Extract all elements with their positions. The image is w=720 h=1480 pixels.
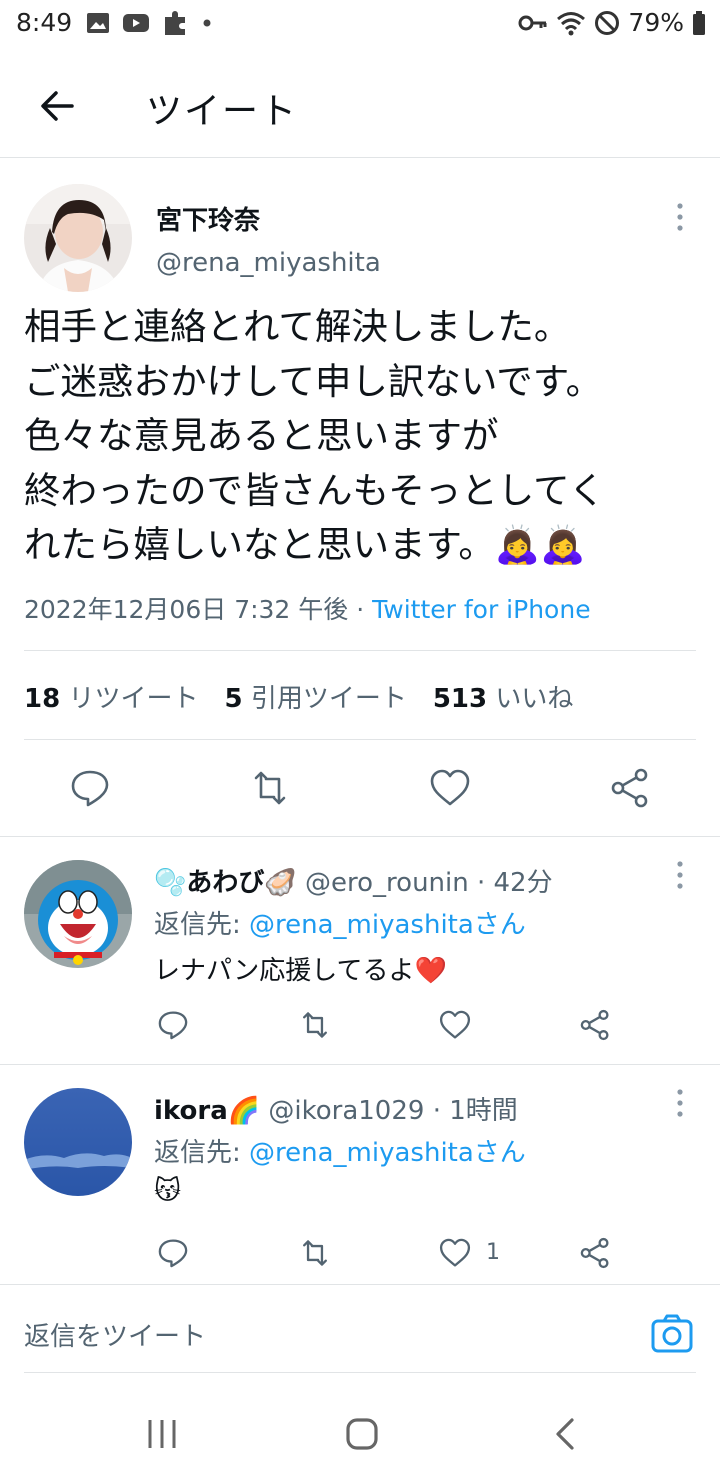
divider [24,650,696,651]
header: ツイート [0,60,720,158]
reply-icon [158,1011,188,1040]
do-not-disturb-icon [595,10,620,35]
wifi-icon [557,11,586,35]
reply-button[interactable] [68,766,112,810]
share-icon [580,1237,609,1269]
reply-input-placeholder[interactable]: 返信をツイート [24,1316,206,1353]
divider [24,739,696,740]
reply-icon [158,1239,188,1268]
back-nav-icon[interactable] [548,1416,584,1452]
tweet-text-line: 終わったので皆さんもそっとしてく [24,468,606,512]
quote-stat[interactable]: 5 引用ツイート [224,684,406,714]
youtube-icon [123,14,149,32]
reply-author-name[interactable]: ikora🌈 [154,1096,260,1126]
like-button[interactable] [438,1236,472,1270]
reply-to-link[interactable]: @rena_miyashitaさん [249,910,526,940]
puzzle-icon [165,11,185,35]
more-options-icon[interactable] [670,858,690,894]
reply-to-prefix: 返信先: [154,1138,250,1168]
heart-icon [430,769,470,806]
reply-header: 🫧あわび🦪 @ero_rounin · 42分 [154,862,553,899]
reply-button[interactable] [156,1008,190,1042]
retweet-icon [303,1012,327,1038]
reply-author-handle[interactable]: @ikora1029 · 1時間 [268,1096,517,1126]
divider [24,1372,696,1373]
divider [0,836,720,837]
share-button[interactable] [578,1236,612,1270]
divider [0,1064,720,1065]
tweet-source-link[interactable]: Twitter for iPhone [372,595,590,624]
like-count: 513 [432,684,488,714]
tweet-meta: 2022年12月06日 7:32 午後 · Twitter for iPhone [24,590,591,626]
retweet-button[interactable] [298,1008,332,1042]
dot-icon [203,19,211,27]
heart-icon [439,1238,471,1267]
quote-count: 5 [224,684,243,714]
retweet-button[interactable] [248,766,292,810]
key-icon [518,15,547,30]
image-icon [87,13,109,33]
reply-to-link[interactable]: @rena_miyashitaさん [249,1138,526,1168]
reply-to-line: 返信先: @rena_miyashitaさん [154,1132,526,1169]
author-handle[interactable]: @rena_miyashita [156,248,381,278]
quote-label: 引用ツイート [250,684,407,714]
retweet-label: リツイート [68,684,199,714]
like-button[interactable] [428,766,472,810]
avatar[interactable] [24,184,132,292]
page-title: ツイート [146,91,299,132]
reply-icon [71,770,109,807]
reply-like-count: 1 [486,1240,500,1265]
retweet-button[interactable] [298,1236,332,1270]
share-button[interactable] [608,766,652,810]
retweet-icon [254,771,286,805]
more-options-icon[interactable] [670,1086,690,1122]
notification-icons [86,9,212,37]
battery-icon [693,10,705,35]
reply-button[interactable] [156,1236,190,1270]
author-name[interactable]: 宮下玲奈 [156,200,260,237]
home-icon[interactable] [344,1416,380,1452]
reply-text: レナパン応援してるよ❤️ [154,956,447,986]
reply-to-prefix: 返信先: [154,910,250,940]
reply-author-name[interactable]: 🫧あわび🦪 [154,868,297,898]
share-icon [611,768,648,808]
retweet-stat[interactable]: 18 リツイート [24,684,198,714]
tweet-text: 相手と連絡とれて解決しました。 ご迷惑おかけして申し訳ないです。 色々な意見あると思… [24,300,704,573]
reply-text: 😽 [154,1176,182,1206]
reply-header: ikora🌈 @ikora1029 · 1時間 [154,1090,518,1127]
retweet-icon [303,1240,327,1266]
recent-apps-icon[interactable] [144,1416,180,1452]
share-icon [580,1009,609,1041]
like-stat[interactable]: 513 いいね [433,684,574,714]
tweet-text-line: れたら嬉しいなと思います。🙇‍♀️🙇‍♀️ [24,523,586,566]
tweet-text-line: 色々な意見あると思いますが [24,414,499,457]
status-time: 8:49 [16,8,73,37]
like-label: いいね [495,684,574,714]
tweet-text-line: ご迷惑おかけして申し訳ないです。 [24,359,603,403]
heart-icon [439,1010,471,1039]
share-button[interactable] [578,1008,612,1042]
system-nav-bar [0,1400,720,1480]
more-options-icon[interactable] [670,200,690,236]
reply-author-handle[interactable]: @ero_rounin · 42分 [305,868,553,898]
divider [0,1284,720,1285]
camera-icon[interactable] [650,1312,694,1356]
like-button[interactable] [438,1008,472,1042]
back-arrow-icon[interactable] [36,84,80,128]
retweet-count: 18 [24,684,61,714]
reply-to-line: 返信先: @rena_miyashitaさん [154,904,526,941]
avatar[interactable] [24,860,132,968]
tweet-text-line: 相手と連絡とれて解決しました。 [24,305,571,348]
system-icons: 79% [518,8,706,37]
reply-composer[interactable]: 返信をツイート [0,1300,720,1376]
status-bar: 8:49 79% [0,0,720,48]
battery-percent: 79% [628,8,684,37]
tweet-timestamp: 2022年12月06日 7:32 午後 · [24,595,373,624]
tweet-stats: 18 リツイート 5 引用ツイート 513 いいね [24,678,573,715]
avatar[interactable] [24,1088,132,1196]
